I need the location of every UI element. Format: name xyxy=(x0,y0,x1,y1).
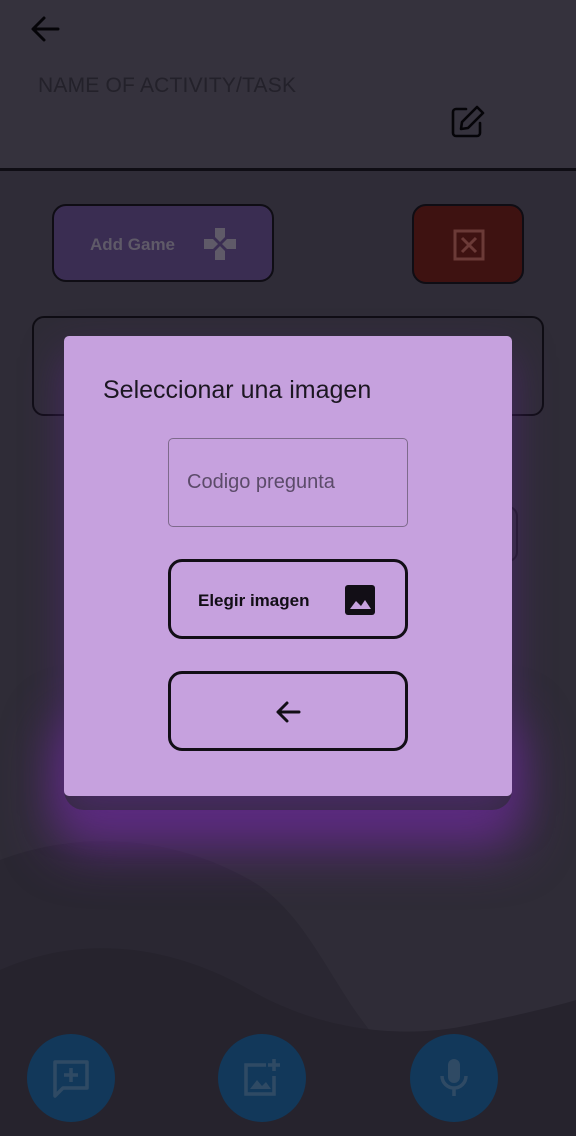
add-comment-button[interactable] xyxy=(27,1034,115,1122)
select-image-dialog: Seleccionar una imagen Elegir imagen xyxy=(64,336,512,796)
arrow-left-icon xyxy=(31,16,60,42)
add-game-button[interactable]: Add Game xyxy=(52,204,274,282)
gamepad-icon xyxy=(204,228,236,260)
screen: NAME OF ACTIVITY/TASK Add Game Seleccion… xyxy=(0,0,576,1136)
choose-image-button[interactable]: Elegir imagen xyxy=(168,559,408,639)
dialog-title: Seleccionar una imagen xyxy=(103,376,372,404)
image-icon xyxy=(345,585,375,615)
add-photo-icon xyxy=(244,1059,280,1096)
add-photo-button[interactable] xyxy=(218,1034,306,1122)
dialog-back-button[interactable] xyxy=(168,671,408,751)
question-code-input[interactable] xyxy=(168,438,408,527)
mic-icon xyxy=(440,1059,468,1096)
edit-icon xyxy=(451,105,485,138)
delete-button[interactable] xyxy=(412,204,524,284)
add-game-label: Add Game xyxy=(90,235,176,254)
close-box-icon xyxy=(453,229,485,261)
record-audio-button[interactable] xyxy=(410,1034,498,1122)
choose-image-label: Elegir imagen xyxy=(198,591,310,610)
arrow-left-icon xyxy=(276,701,301,723)
header-divider xyxy=(0,168,576,171)
activity-title-field[interactable]: NAME OF ACTIVITY/TASK xyxy=(38,74,296,98)
back-button[interactable] xyxy=(26,12,66,46)
app-bar: NAME OF ACTIVITY/TASK xyxy=(0,0,576,170)
add-comment-icon xyxy=(53,1060,89,1098)
edit-button[interactable] xyxy=(448,102,488,142)
